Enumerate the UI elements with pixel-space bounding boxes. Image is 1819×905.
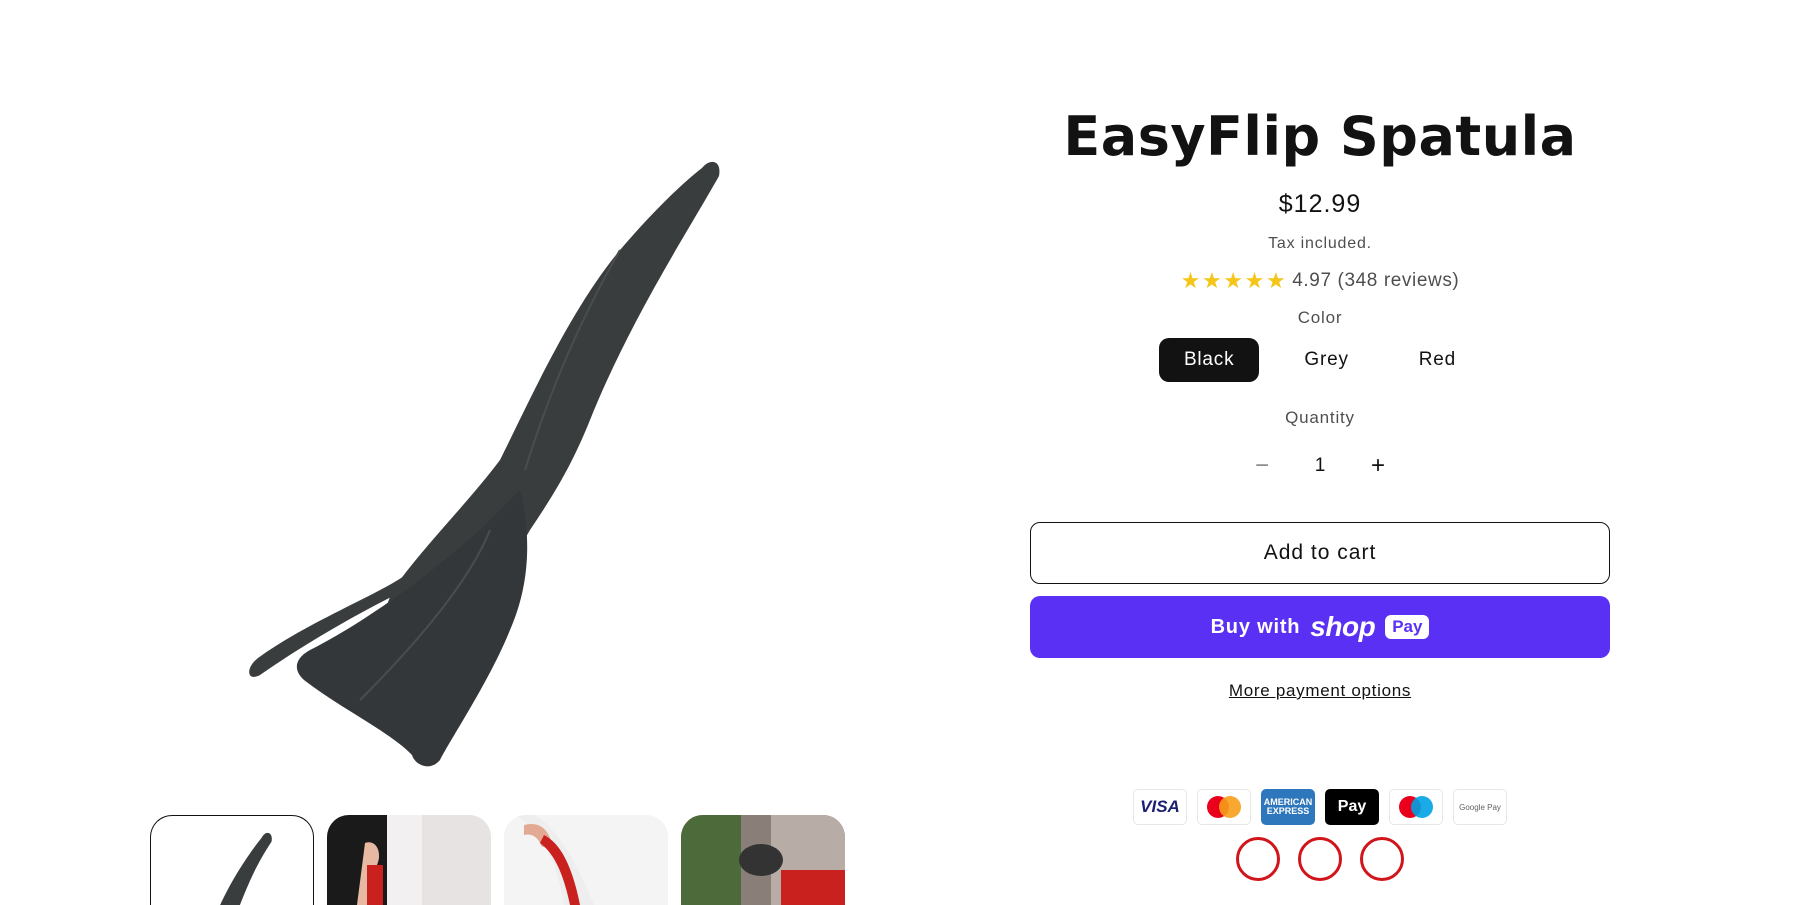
rating-stars: ★ ★ ★ ★ ★ xyxy=(1181,270,1287,292)
rating-text: 4.97 (348 reviews) xyxy=(1292,270,1460,291)
shop-pay-button[interactable]: Buy with shop Pay xyxy=(1030,596,1610,658)
maestro-icon xyxy=(1389,789,1443,825)
plus-icon[interactable]: + xyxy=(1350,452,1406,480)
product-info: EasyFlip Spatula $12.99 Tax included. ★ … xyxy=(1030,90,1610,881)
star-icon: ★ xyxy=(1244,268,1265,293)
product-gallery xyxy=(150,60,850,905)
color-label: Color xyxy=(1297,308,1343,327)
minus-icon[interactable]: − xyxy=(1234,452,1290,480)
payment-icons: VISA AMERICAN EXPRESS Pay Google Pay xyxy=(1030,789,1610,825)
star-icon: ★ xyxy=(1201,268,1223,293)
product-title: EasyFlip Spatula xyxy=(1063,105,1577,168)
more-payment-options-link[interactable]: More payment options xyxy=(1229,681,1411,701)
color-option-black[interactable]: Black xyxy=(1158,338,1260,382)
thumbnail-strip xyxy=(150,815,845,905)
color-option-red[interactable]: Red xyxy=(1393,338,1482,382)
quantity-input[interactable] xyxy=(1290,454,1350,478)
google-pay-icon: Google Pay xyxy=(1453,789,1507,825)
color-option-grey[interactable]: Grey xyxy=(1279,338,1374,382)
product-rating[interactable]: ★ ★ ★ ★ ★ 4.97 (348 reviews) xyxy=(1030,270,1610,292)
american-express-icon: AMERICAN EXPRESS xyxy=(1261,789,1315,825)
thumbnail-1[interactable] xyxy=(150,815,314,905)
spatula-illustration xyxy=(249,161,720,767)
mastercard-icon xyxy=(1197,789,1251,825)
add-to-cart-button[interactable]: Add to cart xyxy=(1030,522,1610,584)
star-icon: ★ xyxy=(1265,268,1287,293)
thumbnail-2[interactable] xyxy=(327,815,491,905)
add-to-cart-label: Add to cart xyxy=(1263,541,1377,564)
tax-note: Tax included. xyxy=(1268,235,1372,252)
shop-pay-prefix: Buy with xyxy=(1210,615,1301,638)
shop-logo: shop xyxy=(1310,611,1376,642)
thumbnail-3[interactable] xyxy=(504,815,668,905)
trust-seal-icon xyxy=(1360,837,1404,881)
trust-seal-icon xyxy=(1236,837,1280,881)
trust-seal-icon xyxy=(1298,837,1342,881)
pay-badge: Pay xyxy=(1385,615,1430,639)
product-main-image[interactable] xyxy=(150,60,850,780)
apple-pay-icon: Pay xyxy=(1325,789,1379,825)
star-icon: ★ xyxy=(1223,268,1244,293)
product-price: $12.99 xyxy=(1278,190,1362,218)
trust-badges xyxy=(1030,837,1610,881)
quantity-stepper: − + xyxy=(1230,442,1410,490)
visa-icon: VISA xyxy=(1133,789,1187,825)
quantity-label: Quantity xyxy=(1285,408,1355,427)
star-icon: ★ xyxy=(1180,268,1201,293)
thumbnail-4[interactable] xyxy=(681,815,845,905)
color-options: Black Grey Red xyxy=(1030,338,1610,382)
